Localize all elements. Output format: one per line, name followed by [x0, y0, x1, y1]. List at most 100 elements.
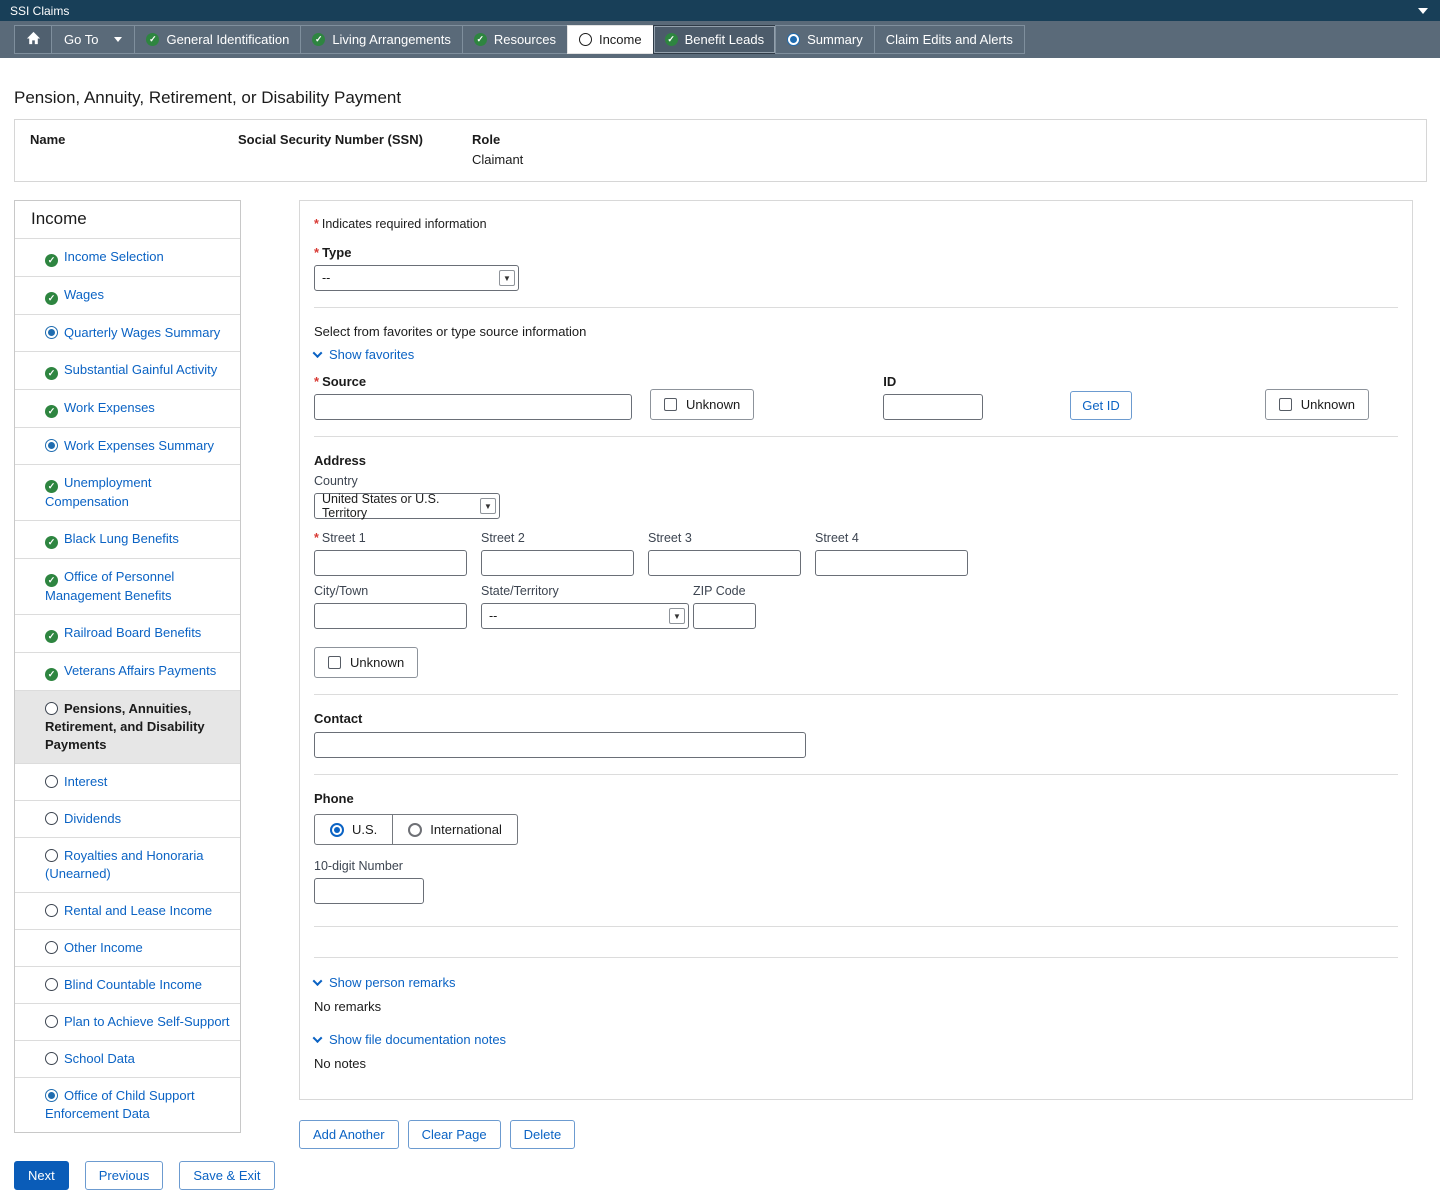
type-select[interactable]: -- ▼ [314, 265, 519, 291]
show-favorites-link[interactable]: Show favorites [314, 347, 414, 362]
contact-input[interactable] [314, 732, 806, 758]
save-exit-button[interactable]: Save & Exit [179, 1161, 274, 1190]
goto-dropdown[interactable]: Go To [51, 25, 135, 54]
goto-label: Go To [64, 32, 98, 47]
current-section-icon [579, 33, 592, 46]
not-started-icon [45, 775, 58, 788]
street1-input[interactable] [314, 550, 467, 576]
divider [314, 694, 1398, 695]
sidebar-item-school-data[interactable]: School Data [15, 1040, 240, 1077]
tab-living-arrangements[interactable]: Living Arrangements [300, 25, 463, 54]
clear-page-button[interactable]: Clear Page [408, 1120, 501, 1149]
radio-unselected-icon [408, 823, 422, 837]
dropdown-arrow-icon: ▼ [480, 498, 496, 514]
sidebar-item-dividends[interactable]: Dividends [15, 800, 240, 837]
in-progress-icon [45, 326, 58, 339]
state-select[interactable]: -- ▼ [481, 603, 689, 629]
not-started-icon [45, 904, 58, 917]
phone-us-radio[interactable]: U.S. [315, 815, 392, 844]
sidebar-item-label: Black Lung Benefits [64, 531, 179, 546]
contact-section-title: Contact [314, 711, 1398, 726]
complete-icon [474, 33, 487, 46]
tab-income[interactable]: Income [567, 25, 654, 54]
home-icon [26, 31, 41, 48]
sidebar-item-label: Veterans Affairs Payments [64, 663, 216, 678]
sidebar-item-substantial-gainful-activity[interactable]: Substantial Gainful Activity [15, 351, 240, 389]
sidebar-item-label: Blind Countable Income [64, 977, 202, 992]
id-unknown-checkbox[interactable]: Unknown [1265, 389, 1369, 420]
complete-icon [45, 367, 58, 380]
street4-input[interactable] [815, 550, 968, 576]
checkbox-icon [1279, 398, 1292, 411]
address-unknown-checkbox[interactable]: Unknown [314, 647, 418, 678]
phone-international-radio[interactable]: International [392, 815, 517, 844]
phone-number-input[interactable] [314, 878, 424, 904]
sidebar-item-wages[interactable]: Wages [15, 276, 240, 314]
sidebar-item-label: Wages [64, 287, 104, 302]
role-value: Claimant [472, 152, 1411, 167]
sidebar-item-ocse-data[interactable]: Office of Child Support Enforcement Data [15, 1077, 240, 1132]
collapse-banner-icon[interactable] [1418, 8, 1428, 14]
zip-input[interactable] [693, 603, 756, 629]
app-header: SSI Claims [0, 0, 1440, 21]
role-label: Role [472, 132, 1411, 147]
divider [314, 957, 1398, 958]
city-input[interactable] [314, 603, 467, 629]
street1-label: *Street 1 [314, 531, 467, 545]
sidebar-item-opm-benefits[interactable]: Office of Personnel Management Benefits [15, 558, 240, 614]
complete-icon [312, 33, 325, 46]
delete-button[interactable]: Delete [510, 1120, 576, 1149]
complete-icon [45, 630, 58, 643]
tab-claim-edits-and-alerts[interactable]: Claim Edits and Alerts [874, 25, 1025, 54]
country-select-value: United States or U.S. Territory [322, 492, 476, 520]
add-another-button[interactable]: Add Another [299, 1120, 399, 1149]
sidebar-item-black-lung-benefits[interactable]: Black Lung Benefits [15, 520, 240, 558]
home-button[interactable] [14, 25, 52, 54]
chevron-down-icon [114, 37, 122, 42]
content-area: Income Income Selection Wages Quarterly … [14, 200, 1413, 1149]
type-select-value: -- [322, 271, 330, 285]
sidebar-item-interest[interactable]: Interest [15, 763, 240, 800]
street2-input[interactable] [481, 550, 634, 576]
required-note: *Indicates required information [314, 217, 1398, 231]
phone-section-title: Phone [314, 791, 1398, 806]
sidebar-item-blind-countable-income[interactable]: Blind Countable Income [15, 966, 240, 1003]
type-label: *Type [314, 245, 1398, 260]
sidebar-item-work-expenses[interactable]: Work Expenses [15, 389, 240, 427]
pension-form-panel: *Indicates required information *Type --… [299, 200, 1413, 1100]
sidebar-item-royalties-and-honoraria[interactable]: Royalties and Honoraria (Unearned) [15, 837, 240, 892]
tab-general-identification[interactable]: General Identification [134, 25, 301, 54]
country-select[interactable]: United States or U.S. Territory ▼ [314, 493, 500, 519]
complete-icon [146, 33, 159, 46]
city-label: City/Town [314, 584, 467, 598]
tab-label: Resources [494, 32, 556, 47]
id-input[interactable] [883, 394, 983, 420]
previous-button[interactable]: Previous [85, 1161, 164, 1190]
sidebar-item-pensions-annuities-retirement-disability[interactable]: Pensions, Annuities, Retirement, and Dis… [15, 690, 240, 763]
source-unknown-checkbox[interactable]: Unknown [650, 389, 754, 420]
show-file-documentation-notes-link[interactable]: Show file documentation notes [314, 1032, 506, 1047]
tab-summary[interactable]: Summary [775, 25, 875, 54]
source-label: *Source [314, 374, 632, 389]
radio-selected-icon [330, 823, 344, 837]
sidebar-item-unemployment-compensation[interactable]: Unemployment Compensation [15, 464, 240, 520]
tab-resources[interactable]: Resources [462, 25, 568, 54]
sidebar-item-veterans-affairs-payments[interactable]: Veterans Affairs Payments [15, 652, 240, 690]
sidebar-item-other-income[interactable]: Other Income [15, 929, 240, 966]
street4-label: Street 4 [815, 531, 968, 545]
show-person-remarks-link[interactable]: Show person remarks [314, 975, 455, 990]
sidebar-item-income-selection[interactable]: Income Selection [15, 238, 240, 276]
source-input[interactable] [314, 394, 632, 420]
get-id-button[interactable]: Get ID [1070, 391, 1132, 420]
tab-label: Claim Edits and Alerts [886, 32, 1013, 47]
divider [314, 774, 1398, 775]
sidebar-item-rental-and-lease-income[interactable]: Rental and Lease Income [15, 892, 240, 929]
next-button[interactable]: Next [14, 1161, 69, 1190]
checkbox-icon [664, 398, 677, 411]
sidebar-item-plan-to-achieve-self-support[interactable]: Plan to Achieve Self-Support [15, 1003, 240, 1040]
sidebar-item-railroad-board-benefits[interactable]: Railroad Board Benefits [15, 614, 240, 652]
street3-input[interactable] [648, 550, 801, 576]
tab-benefit-leads[interactable]: Benefit Leads [653, 25, 777, 54]
sidebar-item-work-expenses-summary[interactable]: Work Expenses Summary [15, 427, 240, 464]
sidebar-item-quarterly-wages-summary[interactable]: Quarterly Wages Summary [15, 314, 240, 351]
